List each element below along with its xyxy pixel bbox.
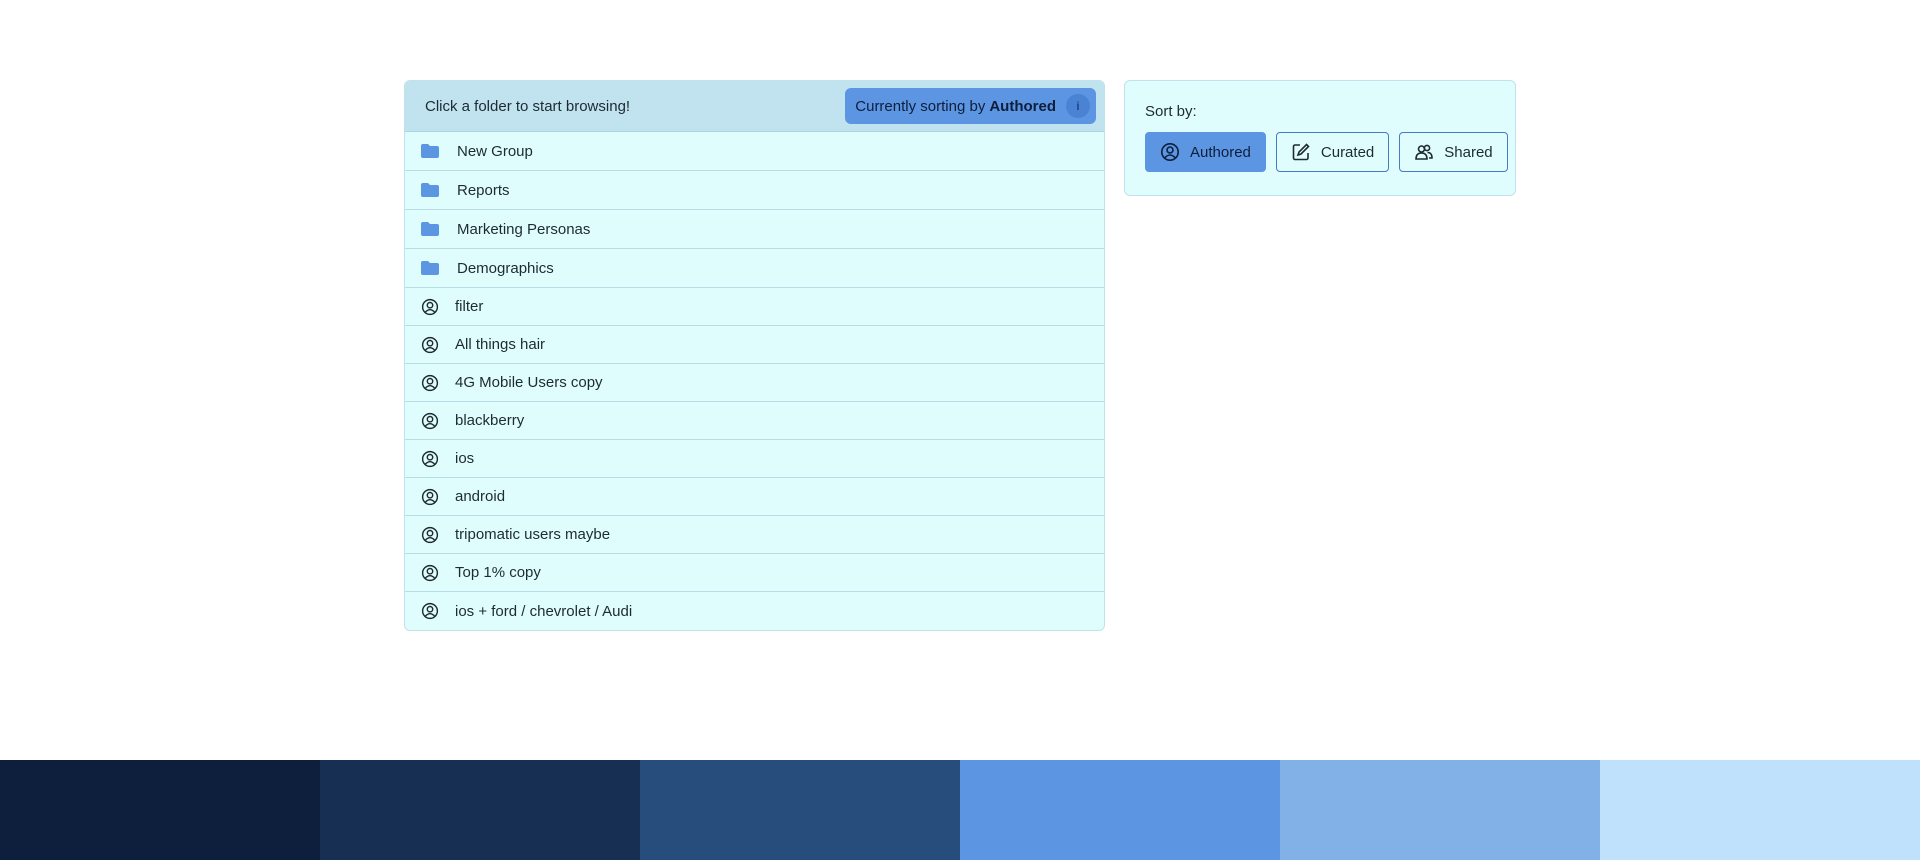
segment-row[interactable]: Top 1% copy — [405, 554, 1104, 592]
sort-panel-title: Sort by: — [1145, 103, 1197, 120]
user-circle-icon — [419, 486, 441, 508]
segment-row[interactable]: android — [405, 478, 1104, 516]
sort-button-group: Authored Curated Shared — [1145, 132, 1508, 172]
folder-row[interactable]: Demographics — [405, 249, 1104, 288]
segment-label: filter — [455, 298, 484, 315]
sort-button-label: Shared — [1444, 143, 1493, 161]
folder-icon — [419, 257, 441, 279]
segment-label: blackberry — [455, 412, 525, 429]
sort-curated-button[interactable]: Curated — [1275, 132, 1390, 172]
folder-browser: Click a folder to start browsing! Curren… — [404, 80, 1105, 631]
segment-row[interactable]: 4G Mobile Users copy — [405, 364, 1104, 402]
user-circle-icon — [419, 600, 441, 622]
folder-label: Reports — [457, 181, 510, 199]
segment-row[interactable]: All things hair — [405, 326, 1104, 364]
segment-row[interactable]: ios + ford / chevrolet / Audi — [405, 592, 1104, 630]
palette-swatch — [640, 760, 960, 860]
sort-value: Authored — [989, 97, 1056, 115]
segment-label: 4G Mobile Users copy — [455, 374, 603, 391]
sort-button-label: Authored — [1190, 143, 1251, 161]
folder-label: Marketing Personas — [457, 220, 591, 238]
info-icon[interactable]: i — [1066, 94, 1090, 118]
segment-label: ios + ford / chevrolet / Audi — [455, 602, 633, 620]
folder-label: New Group — [457, 142, 533, 160]
segment-label: All things hair — [455, 336, 546, 353]
folder-icon — [419, 179, 441, 201]
folder-row[interactable]: Reports — [405, 171, 1104, 210]
segment-row[interactable]: tripomatic users maybe — [405, 516, 1104, 554]
folder-icon — [419, 140, 441, 162]
folder-label: Demographics — [457, 259, 554, 277]
current-sort-indicator: Currently sorting by Authored i — [845, 88, 1096, 124]
user-circle-icon — [419, 372, 441, 394]
user-circle-icon — [419, 334, 441, 356]
segment-label: ios — [455, 450, 475, 467]
users-icon — [1414, 142, 1434, 162]
palette-swatch — [320, 760, 640, 860]
segment-row[interactable]: ios — [405, 440, 1104, 478]
palette-swatch — [1280, 760, 1600, 860]
user-circle-icon — [419, 410, 441, 432]
segment-row[interactable]: blackberry — [405, 402, 1104, 440]
user-circle-icon — [419, 524, 441, 546]
color-palette — [0, 760, 1920, 860]
sort-button-label: Curated — [1320, 143, 1375, 161]
user-circle-icon — [419, 562, 441, 584]
folder-row[interactable]: Marketing Personas — [405, 210, 1104, 249]
sort-authored-button[interactable]: Authored — [1145, 132, 1266, 172]
browse-hint: Click a folder to start browsing! — [425, 97, 631, 115]
edit-icon — [1291, 142, 1311, 162]
user-circle-icon — [419, 296, 441, 318]
segment-label: android — [455, 488, 506, 505]
user-circle-icon — [419, 448, 441, 470]
sort-prefix: Currently sorting by — [855, 97, 986, 115]
user-circle-icon — [1160, 142, 1180, 162]
segment-row[interactable]: filter — [405, 288, 1104, 326]
palette-swatch — [1600, 760, 1920, 860]
segment-label: tripomatic users maybe — [455, 526, 611, 543]
folder-icon — [419, 218, 441, 240]
folder-row[interactable]: New Group — [405, 132, 1104, 171]
sort-shared-button[interactable]: Shared — [1399, 132, 1508, 172]
browser-header: Click a folder to start browsing! Curren… — [405, 81, 1104, 132]
segment-label: Top 1% copy — [455, 564, 541, 581]
palette-swatch — [960, 760, 1280, 860]
palette-swatch — [0, 760, 320, 860]
sort-panel: Sort by: Authored Curated Shared — [1124, 80, 1516, 196]
